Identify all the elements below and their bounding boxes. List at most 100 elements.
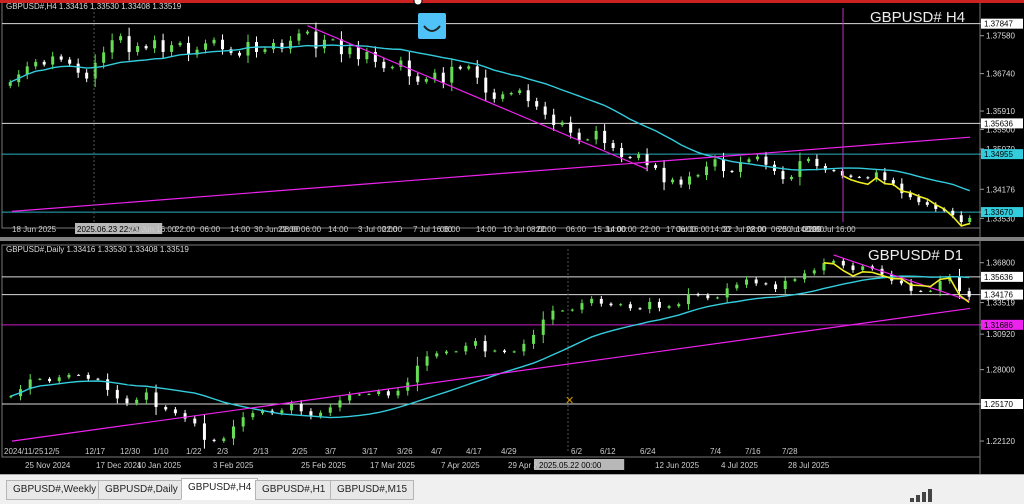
h4-chart-pane[interactable]: 1.378471.375801.367401.359101.356361.355…: [0, 0, 1024, 237]
candle-body: [657, 301, 661, 308]
candle-body: [532, 334, 536, 344]
candle-body: [170, 45, 174, 52]
candle-body: [110, 40, 114, 53]
candle-body: [322, 39, 326, 49]
candle-body: [212, 39, 216, 44]
candle-body: [638, 308, 642, 310]
candle-body: [231, 426, 235, 439]
y-tick-label: 1.36800: [986, 259, 1015, 268]
x-tick-label: 7/28: [782, 447, 798, 456]
x-tick-label: 4/7: [431, 447, 443, 456]
candle-body: [390, 66, 394, 69]
candle-body: [473, 341, 477, 346]
candle-body: [812, 270, 816, 274]
candle-body: [706, 295, 710, 299]
candle-body: [450, 66, 454, 83]
candle-body: [677, 304, 681, 307]
candle-body: [212, 439, 216, 442]
candle-body: [722, 159, 726, 172]
candle-body: [671, 179, 675, 183]
candle-body: [305, 31, 309, 34]
candle-body: [221, 39, 225, 50]
y-tick-label: 1.28000: [986, 366, 1015, 375]
candle-body: [67, 374, 71, 378]
candle-body: [222, 438, 226, 442]
x-tick-label: 2/25: [292, 447, 308, 456]
x-tick-label: 22:00: [278, 225, 299, 234]
projection-path: [842, 174, 970, 227]
candle-body: [541, 319, 545, 335]
signal-bars-icon: [910, 483, 944, 502]
y-tick-label: 1.36740: [986, 70, 1015, 79]
x-tick-label: 06:00: [676, 225, 697, 234]
candle-body: [851, 265, 855, 271]
tab-daily[interactable]: GBPUSD#,Daily: [98, 480, 185, 500]
level-price-label: 1.25170: [984, 400, 1013, 409]
channel-line: [11, 136, 971, 212]
candle-body: [754, 279, 758, 284]
candle-body: [331, 39, 335, 41]
tab-h1[interactable]: GBPUSD#,H1: [255, 480, 333, 500]
candle-body: [509, 92, 513, 95]
candle-body: [161, 40, 165, 52]
candle-body: [522, 343, 526, 352]
candle-body: [280, 410, 284, 414]
candle-body: [251, 413, 255, 418]
candle-body: [483, 341, 487, 352]
candle-body: [648, 301, 652, 310]
d1-chart[interactable]: 1.36800 1.35636 1.341761.33519 1.316861.309…: [0, 241, 1024, 474]
candle-body: [755, 156, 759, 160]
x-tick-label: 4/17: [466, 447, 482, 456]
candle-body: [917, 197, 921, 203]
h4-chart[interactable]: 1.378471.375801.367401.359101.356361.355…: [0, 0, 1024, 237]
candle-body: [238, 52, 242, 56]
x-tick-label: 12/17: [85, 447, 106, 456]
candle-body: [106, 379, 110, 390]
candle-body: [599, 298, 603, 304]
candle-body: [299, 404, 303, 412]
candle-body: [526, 90, 530, 102]
candle-body: [580, 303, 584, 310]
candle-body: [725, 288, 729, 298]
x-tick-label: 29 Jul 16:00: [812, 225, 856, 234]
tab-m15[interactable]: GBPUSD#,M15: [330, 480, 415, 500]
y-tick-label: 1.33519: [986, 299, 1015, 308]
candle-body: [667, 306, 671, 308]
tab-weekly[interactable]: GBPUSD#,Weekly: [6, 480, 104, 500]
candle-body: [654, 165, 658, 168]
candle-body: [535, 101, 539, 107]
candle-body: [551, 310, 555, 320]
candle-body: [348, 47, 352, 55]
candle-body: [76, 63, 80, 73]
x-tick-label: 6/24: [640, 447, 656, 456]
candle-body: [570, 309, 574, 311]
candle-body: [645, 154, 649, 166]
candle-body: [57, 377, 61, 382]
candle-body: [202, 423, 206, 440]
candle-body: [297, 33, 301, 41]
x-tick-label: 14:00: [328, 225, 349, 234]
candle-body: [730, 171, 734, 173]
x-tick-label: 12/5: [44, 447, 60, 456]
y-tick-label: 1.37580: [986, 32, 1015, 41]
x-tick-label: 3 Feb 2025: [213, 461, 254, 470]
d1-chart-pane[interactable]: 1.36800 1.35636 1.341761.33519 1.316861.309…: [0, 241, 1024, 474]
tab-h4[interactable]: GBPUSD#,H4: [181, 478, 259, 500]
candle-body: [96, 378, 100, 380]
candle-body: [246, 42, 250, 56]
channel-line: [11, 307, 971, 442]
candle-body: [492, 92, 496, 99]
candle-body: [957, 276, 961, 292]
candle-body: [356, 47, 360, 60]
candle-body: [241, 417, 245, 427]
candle-body: [883, 172, 887, 181]
x-tick-label: 10 Jan 2025: [137, 461, 182, 470]
candle-body: [857, 176, 861, 178]
plot-frame: [1, 1, 981, 229]
candle-body: [781, 171, 785, 180]
level-price-label: 1.34176: [984, 291, 1013, 300]
x-tick-label: 25 Feb 2025: [301, 461, 346, 470]
candle-body: [102, 52, 106, 63]
x-tick-label: 7/4: [710, 447, 722, 456]
candle-body: [377, 391, 381, 395]
